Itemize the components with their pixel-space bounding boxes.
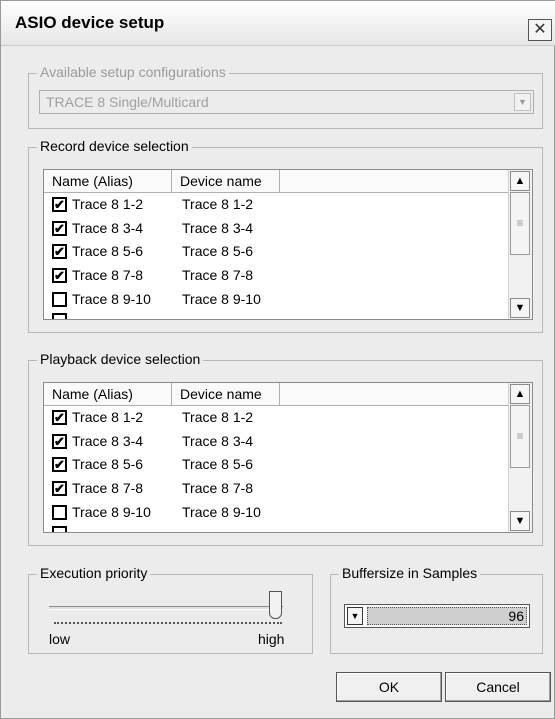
device-alias: Trace 8 9-10: [72, 290, 151, 307]
device-alias: Trace 8 5-6: [72, 456, 144, 473]
chevron-down-icon[interactable]: ▼: [510, 511, 530, 531]
priority-high-label: high: [258, 631, 285, 647]
column-header-device[interactable]: Device name: [172, 170, 280, 192]
list-item[interactable]: ✔ Trace 8 5-6 Trace 8 5-6: [44, 453, 509, 477]
partial-row-checkbox: [52, 526, 67, 532]
device-name: Trace 8 7-8: [182, 480, 254, 497]
check-icon: ✔: [54, 410, 65, 425]
setup-configuration-value: TRACE 8 Single/Multicard: [46, 94, 209, 110]
setup-configuration-select: TRACE 8 Single/Multicard ▼: [39, 90, 534, 114]
list-item[interactable]: ✔ Trace 8 5-6 Trace 8 5-6: [44, 240, 509, 264]
device-checkbox[interactable]: ✔: [52, 481, 67, 497]
triangle-down-icon: ▼: [514, 93, 531, 111]
list-item[interactable]: ✔ Trace 8 1-2 Trace 8 1-2: [44, 193, 509, 217]
priority-low-label: low: [49, 631, 71, 647]
buffersize-field[interactable]: 96: [367, 607, 527, 625]
device-alias: Trace 8 5-6: [72, 243, 144, 260]
device-name: Trace 8 5-6: [182, 456, 254, 473]
playback-device-group: Playback device selection Name (Alias) D…: [28, 351, 543, 546]
device-checkbox[interactable]: ✔: [52, 220, 67, 236]
asio-setup-dialog: ASIO device setup ✕ Available setup conf…: [0, 0, 555, 719]
device-checkbox[interactable]: [52, 504, 67, 520]
column-header-alias[interactable]: Name (Alias): [44, 170, 172, 192]
device-checkbox[interactable]: ✔: [52, 457, 67, 473]
record-list-scrollbar[interactable]: ▲ ≡ ▼: [508, 170, 532, 319]
list-item[interactable]: Trace 8 9-10 Trace 8 9-10: [44, 288, 509, 312]
device-checkbox[interactable]: ✔: [52, 197, 67, 212]
window-title: ASIO device setup: [15, 13, 165, 32]
device-alias: Trace 8 3-4: [72, 432, 144, 449]
check-icon: ✔: [54, 197, 65, 212]
device-alias: Trace 8 7-8: [72, 267, 144, 284]
column-header-alias[interactable]: Name (Alias): [44, 383, 172, 405]
check-icon: ✔: [54, 220, 65, 236]
priority-tick-marks: [54, 622, 282, 626]
chevron-up-icon[interactable]: ▲: [510, 384, 530, 404]
playback-device-list[interactable]: Name (Alias) Device name ✔ Trace 8 1-2 Tra…: [43, 382, 533, 533]
list-item[interactable]: ✔ Trace 8 3-4 Trace 8 3-4: [44, 430, 509, 454]
check-icon: ✔: [54, 457, 65, 473]
list-item[interactable]: Trace 8 9-10 Trace 8 9-10: [44, 501, 509, 525]
setup-configurations-group: Available setup configurations TRACE 8 S…: [28, 64, 543, 129]
record-list-header: Name (Alias) Device name: [44, 170, 532, 193]
device-name: Trace 8 7-8: [182, 267, 254, 284]
device-name: Trace 8 5-6: [182, 243, 254, 260]
list-item[interactable]: ✔ Trace 8 7-8 Trace 8 7-8: [44, 477, 509, 501]
close-icon: ✕: [533, 21, 547, 38]
device-alias: Trace 8 1-2: [72, 409, 144, 425]
device-checkbox[interactable]: ✔: [52, 410, 67, 425]
buffersize-group: Buffersize in Samples ▼ 96: [330, 565, 543, 654]
device-alias: Trace 8 7-8: [72, 480, 144, 497]
device-alias: Trace 8 3-4: [72, 219, 144, 236]
triangle-down-icon[interactable]: ▼: [347, 607, 363, 625]
scroll-thumb[interactable]: ≡: [510, 192, 530, 255]
device-checkbox[interactable]: ✔: [52, 268, 67, 284]
device-name: Trace 8 3-4: [182, 219, 254, 236]
device-name: Trace 8 1-2: [182, 409, 254, 425]
device-name: Trace 8 1-2: [182, 196, 254, 212]
playback-list-header: Name (Alias) Device name: [44, 383, 532, 406]
playback-list-scrollbar[interactable]: ▲ ≡ ▼: [508, 383, 532, 532]
scroll-thumb[interactable]: ≡: [510, 405, 530, 468]
column-header-device[interactable]: Device name: [172, 383, 280, 405]
check-icon: ✔: [54, 268, 65, 284]
cancel-button[interactable]: Cancel: [445, 672, 551, 702]
priority-slider-thumb[interactable]: [269, 591, 282, 619]
device-alias: Trace 8 1-2: [72, 196, 144, 212]
record-device-group: Record device selection Name (Alias) Dev…: [28, 138, 543, 333]
check-icon: ✔: [54, 244, 65, 260]
execution-priority-legend: Execution priority: [37, 565, 151, 581]
device-name: Trace 8 3-4: [182, 432, 254, 449]
buffersize-legend: Buffersize in Samples: [339, 565, 481, 581]
partial-row-checkbox: [52, 313, 67, 319]
device-name: Trace 8 9-10: [182, 503, 261, 520]
device-checkbox[interactable]: ✔: [52, 244, 67, 260]
check-icon: ✔: [54, 481, 65, 497]
record-device-list[interactable]: Name (Alias) Device name ✔ Trace 8 1-2 Tra…: [43, 169, 533, 320]
buffersize-value: 96: [508, 608, 524, 624]
list-item[interactable]: ✔ Trace 8 1-2 Trace 8 1-2: [44, 406, 509, 430]
ok-button[interactable]: OK: [336, 672, 442, 702]
buffersize-select[interactable]: ▼ 96: [344, 604, 530, 628]
close-button[interactable]: ✕: [528, 19, 552, 41]
setup-configurations-legend: Available setup configurations: [37, 64, 229, 80]
check-icon: ✔: [54, 433, 65, 449]
device-checkbox[interactable]: ✔: [52, 433, 67, 449]
list-item[interactable]: ✔ Trace 8 3-4 Trace 8 3-4: [44, 217, 509, 241]
chevron-up-icon[interactable]: ▲: [510, 171, 530, 191]
device-name: Trace 8 9-10: [182, 290, 261, 307]
device-checkbox[interactable]: [52, 291, 67, 307]
chevron-down-icon[interactable]: ▼: [510, 298, 530, 318]
execution-priority-group: Execution priority low high: [28, 565, 313, 654]
playback-device-legend: Playback device selection: [37, 351, 204, 367]
title-bar: ASIO device setup ✕: [1, 1, 555, 46]
device-alias: Trace 8 9-10: [72, 503, 151, 520]
priority-slider-track[interactable]: [49, 606, 283, 610]
record-device-legend: Record device selection: [37, 138, 192, 154]
list-item[interactable]: ✔ Trace 8 7-8 Trace 8 7-8: [44, 264, 509, 288]
